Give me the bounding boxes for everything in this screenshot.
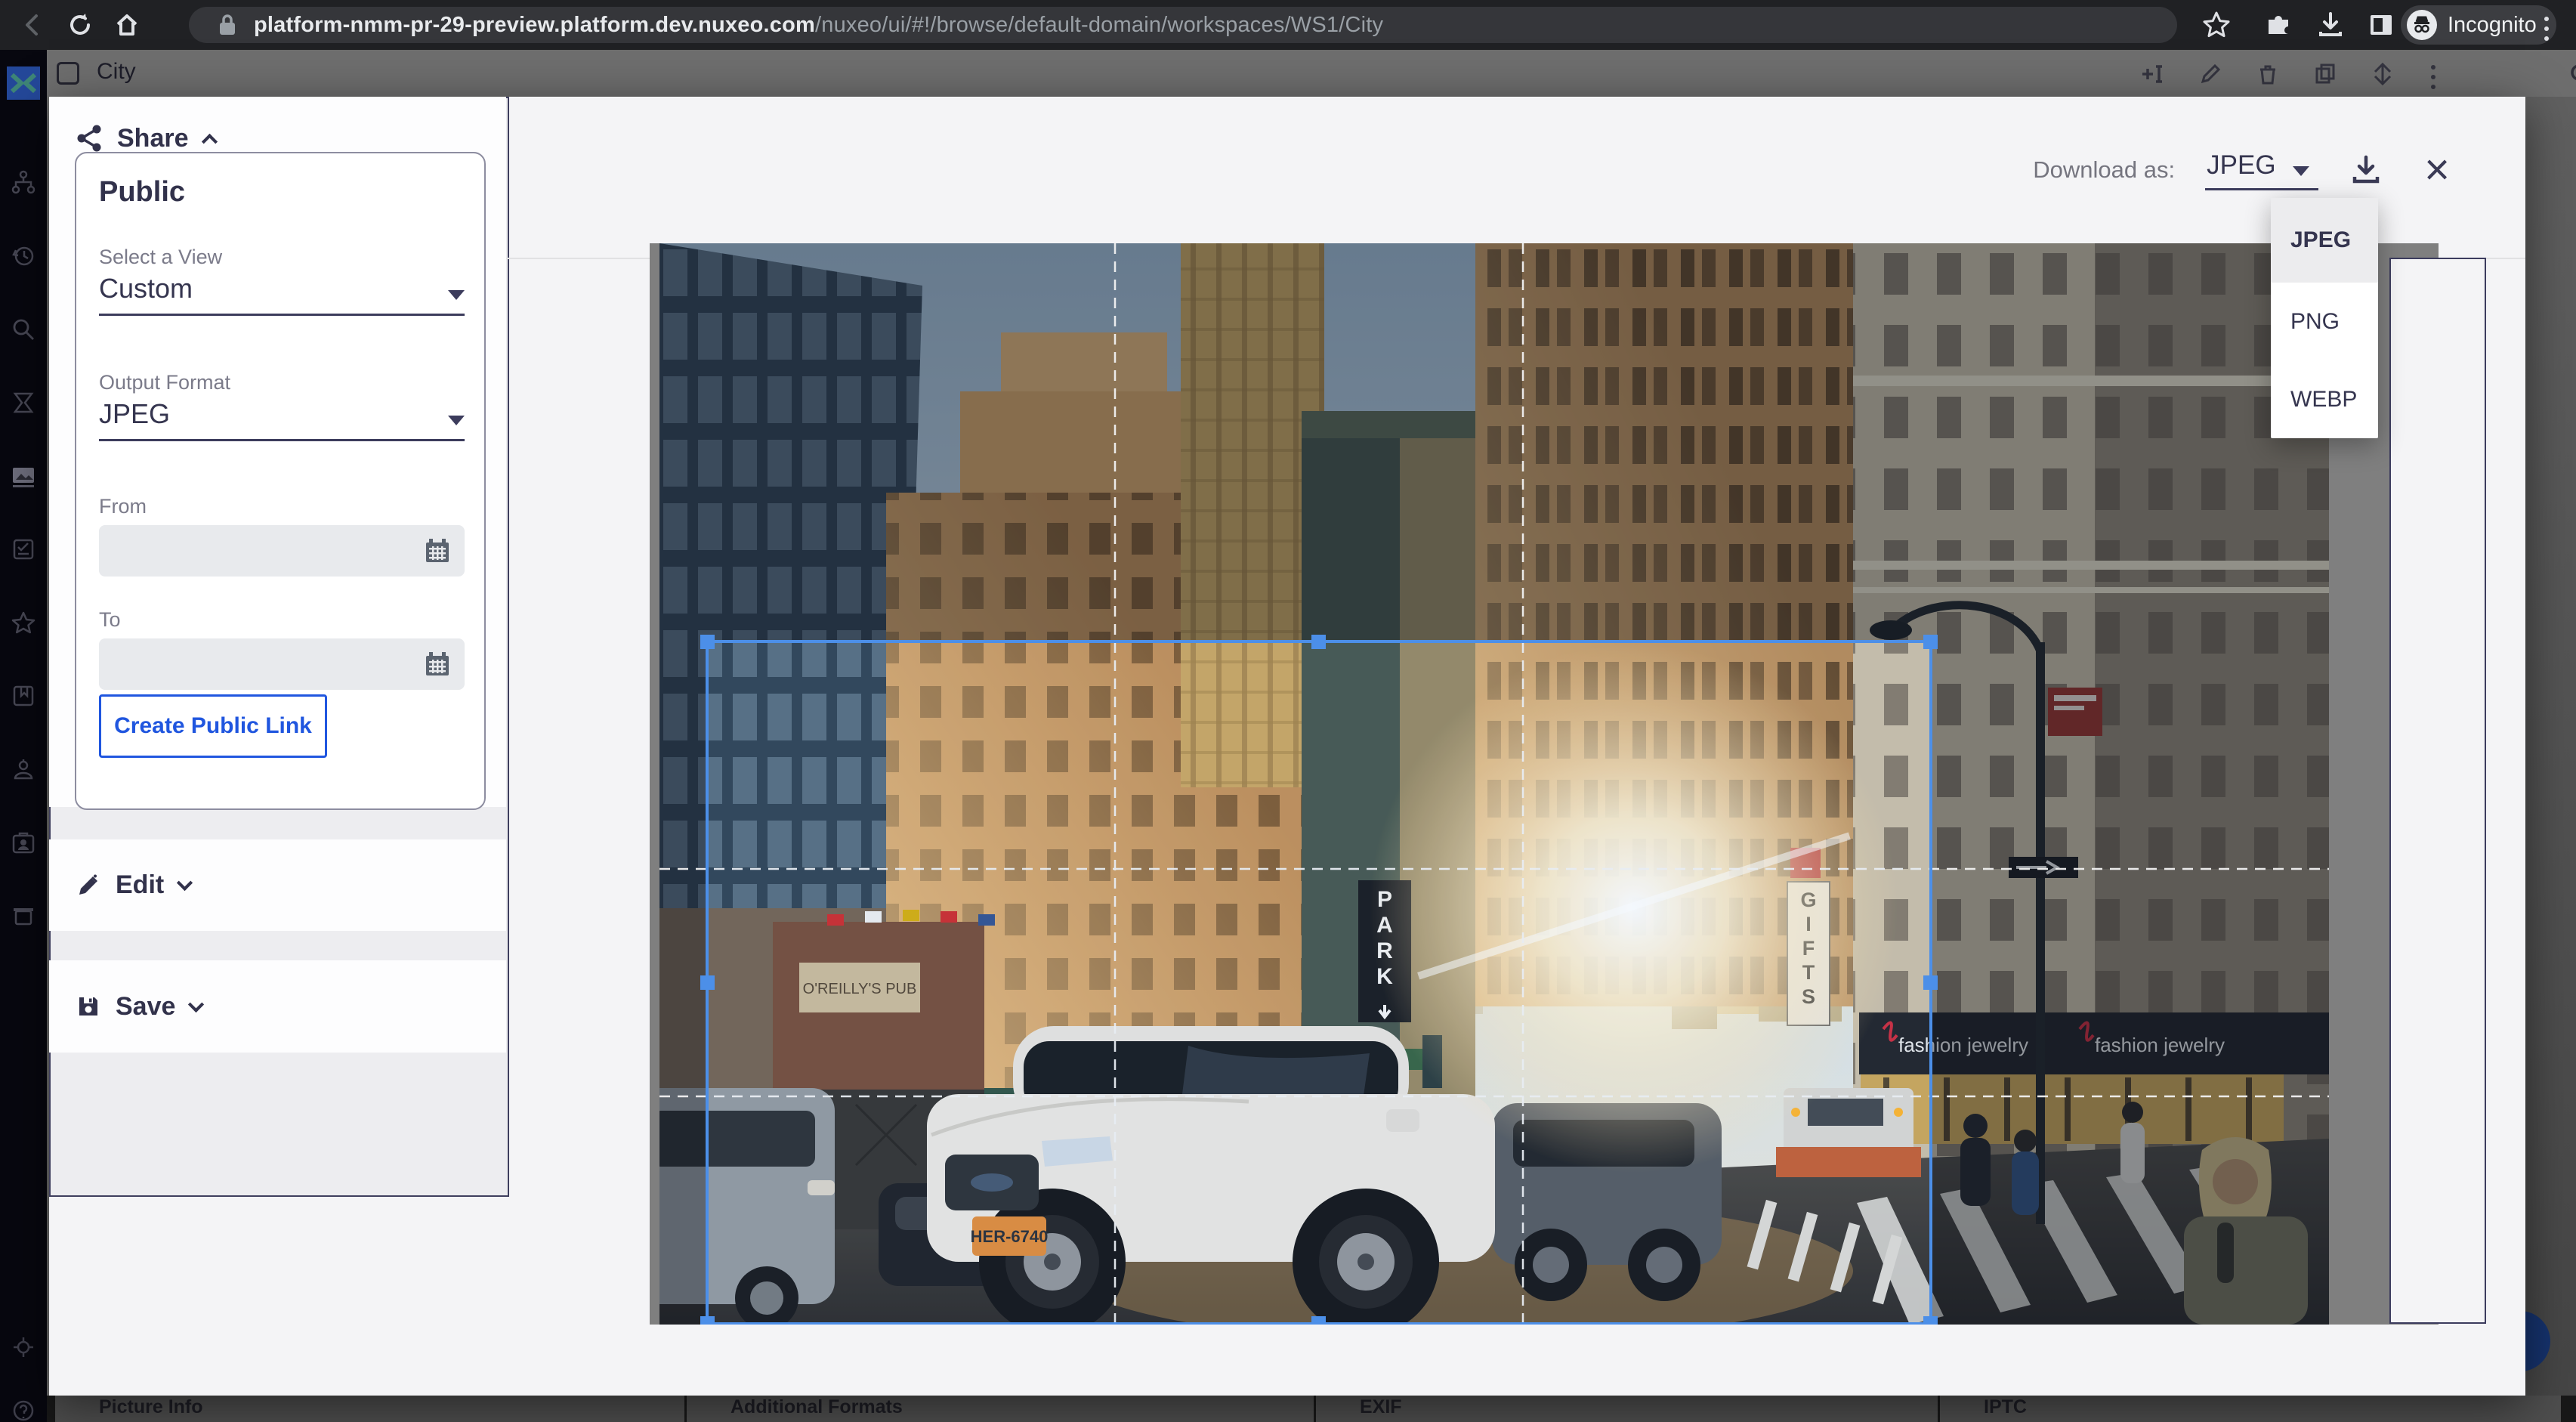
url-bar[interactable]: platform-nmm-pr-29-preview.platform.dev.… [189,7,2177,43]
copy-action-icon[interactable] [2312,60,2339,88]
move-action-icon[interactable] [2369,60,2396,88]
caret-down-icon [448,416,465,425]
sidebar-item-search-icon[interactable] [11,317,36,342]
crop-handle-sw[interactable] [700,1316,715,1325]
app-sidebar [0,50,47,1422]
share-icon [76,124,102,153]
sidebar-item-users-icon[interactable] [11,830,36,855]
menu-item-png[interactable]: PNG [2271,283,2378,360]
incognito-icon [2407,10,2437,40]
edit-label: Edit [116,870,164,900]
background-page-area [2525,97,2576,1422]
sidebar-item-admin-icon[interactable] [11,1334,36,1360]
crop-handle-ne[interactable] [1923,635,1938,649]
caret-down-icon [2293,166,2309,176]
card-iptc: IPTC [1940,1396,2561,1422]
nuxeo-logo[interactable] [7,66,40,100]
extensions-icon[interactable] [2262,9,2294,45]
home-icon[interactable] [110,8,144,42]
select-view-label: Select a View [99,246,222,269]
output-format-dropdown[interactable]: JPEG [99,398,465,441]
sidebar-item-browse[interactable] [11,169,36,195]
background-toolbar: City [47,50,2576,97]
card-additional-formats: Additional Formats [687,1396,1314,1422]
output-format-label: Output Format [99,371,230,394]
share-label: Share [117,124,189,153]
viewer-side-panel [2389,258,2486,1324]
incognito-badge: Incognito [2401,5,2556,45]
crop-handle-e[interactable] [1923,975,1938,990]
sidebar-item-trash-icon[interactable] [11,903,36,929]
create-public-link-button[interactable]: Create Public Link [99,694,327,758]
card-picture-info: Picture Info [55,1396,684,1422]
photo-city-street: fashion jewelry fashion jewelry GIFTS [659,243,2329,1325]
sidebar-item-recent-icon[interactable] [11,243,36,268]
to-date-input[interactable] [99,638,465,690]
sidebar-item-tasks-icon[interactable] [11,390,36,416]
sidebar-item-workflow-icon[interactable] [11,536,36,562]
share-section: Share Public Select a View Custom Output… [49,97,506,807]
crop-selection-area[interactable] [707,641,1931,1324]
download-format-menu: JPEG PNG WEBP [2271,198,2378,438]
background-cards-strip: Picture Info Additional Formats EXIF IPT… [47,1396,2576,1422]
incognito-label: Incognito [2448,13,2537,38]
chevron-down-icon [177,875,193,891]
chevron-up-icon [201,133,217,149]
crop-handle-w[interactable] [700,975,715,990]
add-to-collection-icon[interactable] [2138,60,2165,88]
download-format-select[interactable]: JPEG [2205,150,2318,190]
chevron-down-icon [188,996,204,1012]
close-icon[interactable]: × [2424,155,2450,185]
more-actions-icon[interactable] [2431,65,2435,89]
bookmark-star-icon[interactable] [2200,8,2233,45]
actions-panel: Share Public Select a View Custom Output… [49,97,509,1197]
preview-dialog: City Download as: JPEG × Share [49,97,2525,1396]
caret-down-icon [448,290,465,300]
select-checkbox[interactable] [57,62,79,85]
sidebar-item-help-icon[interactable] [11,1398,36,1422]
search-icon[interactable] [2567,60,2576,89]
save-label: Save [116,992,175,1022]
select-view-dropdown[interactable]: Custom [99,273,465,316]
browser-toolbar: platform-nmm-pr-29-preview.platform.dev.… [0,0,2576,50]
downloads-icon[interactable] [2315,9,2346,45]
back-icon[interactable] [17,8,50,42]
breadcrumb: City [97,59,136,85]
calendar-icon[interactable] [422,649,452,679]
download-button[interactable] [2349,153,2383,187]
menu-item-webp[interactable]: WEBP [2271,360,2378,438]
to-label: To [99,608,121,632]
crop-overlay [659,243,2329,1325]
sidebar-item-assets-icon[interactable] [11,463,36,489]
card-exif: EXIF [1316,1396,1938,1422]
sidebar-item-collections-icon[interactable] [11,683,36,709]
sidebar-item-profile-icon[interactable] [11,756,36,782]
save-section-header[interactable]: Save [49,960,506,1053]
sidebar-item-favorites-icon[interactable] [11,610,36,635]
url-text: platform-nmm-pr-29-preview.platform.dev.… [254,13,1383,38]
download-controls: Download as: JPEG × [2033,144,2450,196]
from-date-input[interactable] [99,525,465,577]
side-panel-icon[interactable] [2365,9,2397,45]
crop-handle-s[interactable] [1311,1316,1326,1325]
save-icon [76,994,100,1019]
download-as-label: Download as: [2033,156,2175,184]
crop-handle-n[interactable] [1311,635,1326,649]
browser-menu-icon[interactable] [2544,17,2549,41]
calendar-icon[interactable] [422,536,452,566]
edit-action-icon[interactable] [2197,60,2224,88]
screen: platform-nmm-pr-29-preview.platform.dev.… [0,0,2576,1422]
lock-icon [218,13,237,37]
reload-icon[interactable] [63,8,97,42]
crop-handle-nw[interactable] [700,635,715,649]
pencil-icon [76,873,100,898]
delete-action-icon[interactable] [2254,60,2281,88]
menu-item-jpeg[interactable]: JPEG [2271,198,2378,283]
public-card-title: Public [99,176,185,209]
crop-handle-se[interactable] [1923,1316,1938,1325]
edit-section-header[interactable]: Edit [49,839,506,931]
from-label: From [99,495,147,518]
public-share-card: Public Select a View Custom Output Forma… [75,152,486,810]
